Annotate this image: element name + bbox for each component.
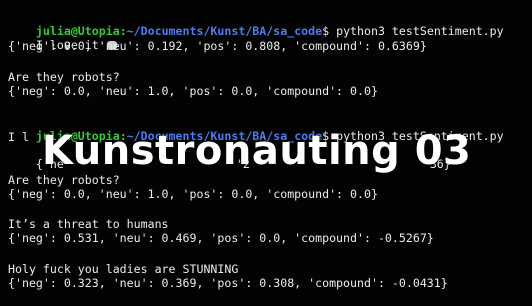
input-line: Holy fuck you ladies are STUNNING	[8, 262, 239, 276]
sentiment-result: {'neg': 0.323, 'neu': 0.369, 'pos': 0.30…	[8, 276, 448, 290]
input-line: Are they robots?	[8, 173, 120, 187]
sentiment-result: {'neg': 0.531, 'neu': 0.469, 'pos': 0.0,…	[8, 231, 434, 245]
sentiment-result: {'neg': 0.0, 'neu': 1.0, 'pos': 0.0, 'co…	[8, 187, 378, 201]
input-line: It’s a threat to humans	[8, 217, 169, 231]
sentiment-result: {'neg': 0.0, 'neu': 0.192, 'pos': 0.808,…	[8, 39, 427, 53]
terminal-window[interactable]: julia@Utopia:~/Documents/Kunst/BA/sa_cod…	[0, 0, 532, 306]
prompt-symbol: $	[322, 24, 330, 38]
overlay-title: Kunstronauting 03	[42, 128, 472, 174]
sentiment-result: {'neg': 0.0, 'neu': 1.0, 'pos': 0.0, 'co…	[8, 84, 378, 98]
prompt-colon: :	[119, 24, 127, 38]
prompt-path: ~/Documents/Kunst/BA/sa_code	[126, 24, 323, 38]
command-text: python3 testSentiment.py	[336, 24, 504, 38]
input-line: Are they robots?	[8, 70, 120, 84]
input-line-partial: I l	[8, 130, 29, 144]
